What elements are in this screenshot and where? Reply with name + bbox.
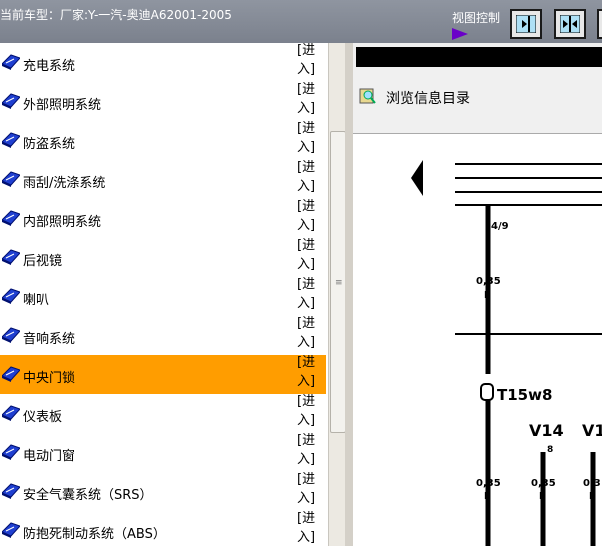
list-item[interactable]: 外部照明系统 [进入] xyxy=(0,82,326,121)
list-item-label: 音响系统 xyxy=(23,332,76,347)
system-list: 充电系统 [进入] 外部照明系统 [进入] 防盗系统 [进入] 雨刮/洗涤系统 [进入] 内部照… xyxy=(0,43,328,546)
list-item-label: 喇叭 xyxy=(23,293,50,308)
enter-link[interactable]: [进入] xyxy=(297,80,319,118)
viewer-panel: 浏览信息目录 4/9 0,35 ll T15w8 V14 8 V1 0,35 l… xyxy=(353,43,602,546)
wire-top-label: 4/9 xyxy=(491,221,509,232)
component-v14-pin: 8 xyxy=(547,445,553,455)
catalog-magnifier-icon xyxy=(359,88,376,104)
enter-link[interactable]: [进入] xyxy=(297,509,319,546)
wiring-diagram-svg: 4/9 0,35 ll T15w8 V14 8 V1 0,35 ll 0,35 … xyxy=(411,160,602,546)
expand-right-icon xyxy=(516,15,536,33)
component-v1-label: V1 xyxy=(582,421,602,440)
book-icon xyxy=(2,444,20,460)
list-item-label: 安全气囊系统（SRS） xyxy=(23,488,153,503)
browse-catalog-label: 浏览信息目录 xyxy=(386,91,470,107)
list-item[interactable]: 仪表板 [进入] xyxy=(0,394,326,433)
list-item-label: 充电系统 xyxy=(23,59,76,74)
enter-link[interactable]: [进入] xyxy=(297,43,319,79)
component-v14-label: V14 xyxy=(529,421,564,440)
enter-link[interactable]: [进入] xyxy=(297,392,319,430)
list-item-label: 仪表板 xyxy=(23,410,63,425)
list-item[interactable]: 内部照明系统 [进入] xyxy=(0,199,326,238)
book-icon xyxy=(2,327,20,343)
list-item-label: 外部照明系统 xyxy=(23,98,102,113)
wire3-color: ll xyxy=(539,492,544,502)
enter-link[interactable]: [进入] xyxy=(297,314,319,352)
list-scrollbar[interactable]: ≡ xyxy=(328,43,346,546)
scrollbar-thumb[interactable]: ≡ xyxy=(330,131,346,433)
view-control-label: 视图控制 xyxy=(452,11,501,25)
split-view-button[interactable] xyxy=(554,9,586,39)
pane-splitter[interactable] xyxy=(345,43,353,546)
list-item[interactable]: 防盗系统 [进入] xyxy=(0,121,326,160)
list-item[interactable]: 电动门窗 [进入] xyxy=(0,433,326,472)
list-item-label: 后视镜 xyxy=(23,254,63,269)
connector-symbol xyxy=(480,383,494,401)
book-icon xyxy=(2,366,20,382)
book-icon xyxy=(2,54,20,70)
split-view-icon xyxy=(560,15,580,33)
book-icon xyxy=(2,483,20,499)
list-item-label: 雨刮/洗涤系统 xyxy=(23,176,106,191)
wire4-color: ll xyxy=(589,492,594,502)
book-icon xyxy=(2,522,20,538)
enter-link[interactable]: [进入] xyxy=(297,197,319,235)
wire2-color: ll xyxy=(484,492,489,502)
list-item[interactable]: 防抱死制动系统（ABS） [进入] xyxy=(0,511,326,546)
main-wire-color: ll xyxy=(484,291,489,301)
book-icon xyxy=(2,249,20,265)
enter-link[interactable]: [进入] xyxy=(297,353,319,391)
list-item[interactable]: 中央门锁 [进入] xyxy=(0,355,326,394)
list-item[interactable]: 后视镜 [进入] xyxy=(0,238,326,277)
expand-right-button[interactable] xyxy=(510,9,542,39)
wiring-diagram[interactable]: 4/9 0,35 ll T15w8 V14 8 V1 0,35 ll 0,35 … xyxy=(353,133,602,546)
book-icon xyxy=(2,210,20,226)
wire4-label: 0,3 xyxy=(583,478,601,489)
enter-link[interactable]: [进入] xyxy=(297,275,319,313)
scroll-grip-icon: ≡ xyxy=(335,278,343,288)
main-wire-label: 0,35 xyxy=(476,276,501,287)
current-car-model: 当前车型：厂家:Y-一汽-奥迪A62001-2005 xyxy=(0,8,232,22)
expand-left-button[interactable] xyxy=(597,9,602,39)
list-item[interactable]: 充电系统 [进入] xyxy=(0,43,326,82)
enter-link[interactable]: [进入] xyxy=(297,119,319,157)
book-icon xyxy=(2,93,20,109)
wire2-label: 0,35 xyxy=(476,478,501,489)
enter-link[interactable]: [进入] xyxy=(297,470,319,508)
enter-link[interactable]: [进入] xyxy=(297,158,319,196)
book-icon xyxy=(2,405,20,421)
book-icon xyxy=(2,132,20,148)
book-icon xyxy=(2,288,20,304)
list-item[interactable]: 音响系统 [进入] xyxy=(0,316,326,355)
list-item-label: 防抱死制动系统（ABS） xyxy=(23,527,166,542)
enter-link[interactable]: [进入] xyxy=(297,236,319,274)
list-item[interactable]: 喇叭 [进入] xyxy=(0,277,326,316)
connector-label: T15w8 xyxy=(497,386,552,404)
list-item[interactable]: 雨刮/洗涤系统 [进入] xyxy=(0,160,326,199)
book-icon xyxy=(2,171,20,187)
list-item[interactable]: 安全气囊系统（SRS） [进入] xyxy=(0,472,326,511)
list-item-label: 防盗系统 xyxy=(23,137,76,152)
enter-link[interactable]: [进入] xyxy=(297,431,319,469)
list-item-label: 中央门锁 xyxy=(23,371,76,386)
diagram-arrow-marker xyxy=(411,160,423,196)
wire3-label: 0,35 xyxy=(531,478,556,489)
view-arrow-icon xyxy=(452,28,468,40)
list-item-label: 内部照明系统 xyxy=(23,215,102,230)
browse-catalog[interactable]: 浏览信息目录 xyxy=(353,73,602,123)
top-header: 当前车型：厂家:Y-一汽-奥迪A62001-2005 视图控制 xyxy=(0,0,602,43)
viewer-title-bar xyxy=(356,47,602,67)
list-item-label: 电动门窗 xyxy=(23,449,76,464)
